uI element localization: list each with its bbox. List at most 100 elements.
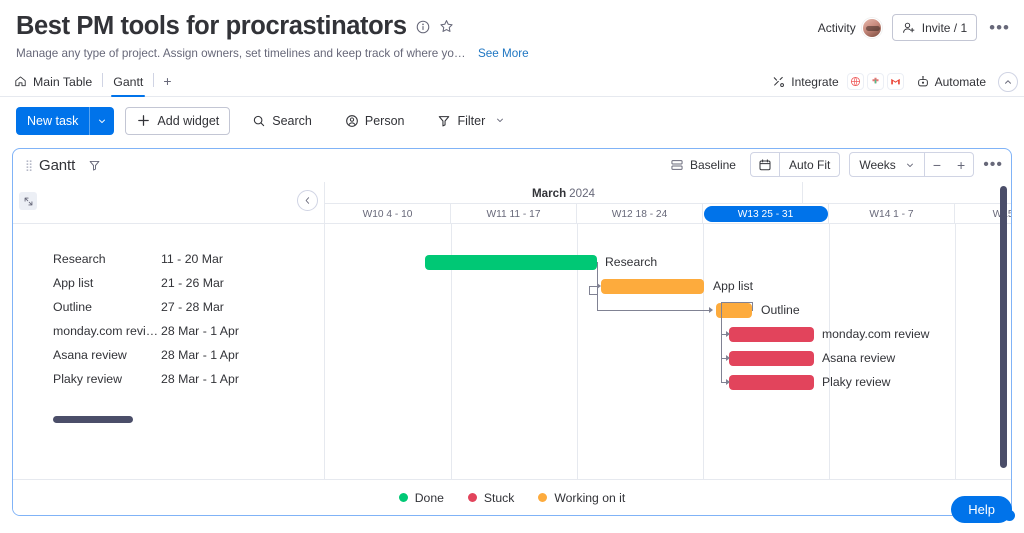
filter-button[interactable]: Filter — [426, 107, 516, 135]
invite-button[interactable]: Invite / 1 — [892, 14, 977, 41]
dependency-arrow — [726, 355, 730, 361]
legend-label: Working on it — [554, 491, 625, 505]
gantt-task-rows: Research11 - 20 MarApp list21 - 26 MarOu… — [13, 224, 324, 479]
home-icon — [14, 75, 27, 88]
help-button[interactable]: Help — [951, 496, 1012, 523]
description-row: Manage any type of project. Assign owner… — [16, 47, 1008, 60]
activity-group[interactable]: Activity — [818, 18, 882, 38]
baseline-icon — [670, 158, 684, 172]
board-header-actions: Activity Invite / 1 ••• — [818, 14, 1012, 41]
gantt-week-header: W10 4 - 10W11 11 - 17W12 18 - 24W13 25 -… — [325, 204, 1011, 224]
chevron-down-icon[interactable] — [905, 153, 924, 176]
tab-main-table[interactable]: Main Table — [4, 71, 102, 96]
gantt-bar-label: Plaky review — [822, 375, 890, 390]
gantt-filter-icon[interactable] — [88, 159, 101, 172]
gantt-bar[interactable] — [729, 351, 814, 366]
auto-fit-button[interactable]: Auto Fit — [780, 153, 839, 176]
activity-label: Activity — [818, 21, 856, 35]
avatar[interactable] — [862, 18, 882, 38]
panel-collapse-button[interactable] — [297, 190, 318, 211]
gantt-bar[interactable] — [729, 375, 814, 390]
zoom-out-button[interactable]: − — [925, 153, 949, 176]
task-name: Research — [13, 252, 161, 266]
zoom-group: Weeks − + — [849, 152, 974, 177]
table-row[interactable]: monday.com review28 Mar - 1 Apr — [13, 319, 324, 343]
person-icon — [345, 114, 359, 128]
chevron-down-icon[interactable] — [495, 114, 505, 128]
integrate-button[interactable]: Integrate — [772, 73, 903, 90]
week-header-cell[interactable]: W12 18 - 24 — [577, 204, 703, 224]
task-dates: 27 - 28 Mar — [161, 300, 224, 314]
week-header-cell[interactable]: W11 11 - 17 — [451, 204, 577, 224]
table-row[interactable]: Plaky review28 Mar - 1 Apr — [13, 367, 324, 391]
gantt-task-panel: Research11 - 20 MarApp list21 - 26 MarOu… — [13, 182, 325, 479]
see-more-link[interactable]: See More — [478, 47, 529, 60]
zoom-level-select[interactable]: Weeks — [850, 153, 904, 176]
gantt-widget-title: Gantt — [39, 157, 75, 174]
legend-label: Stuck — [484, 491, 514, 505]
gantt-month-header: March2024 — [325, 182, 1011, 204]
grid-line — [955, 224, 956, 479]
gantt-bar-label: Asana review — [822, 351, 895, 366]
dependency-line — [721, 302, 753, 303]
horizontal-scrollbar[interactable] — [53, 416, 133, 423]
gantt-more-button[interactable]: ••• — [983, 157, 1003, 173]
add-widget-button[interactable]: Add widget — [125, 107, 230, 135]
gantt-bar[interactable] — [601, 279, 704, 294]
table-row[interactable]: Outline27 - 28 Mar — [13, 295, 324, 319]
legend-item: Stuck — [468, 491, 514, 505]
gantt-bar[interactable] — [729, 327, 814, 342]
gantt-bar[interactable] — [425, 255, 597, 270]
dependency-arrow — [726, 379, 730, 385]
legend-item: Working on it — [538, 491, 625, 505]
integrate-label: Integrate — [791, 75, 838, 89]
tab-gantt[interactable]: Gantt — [103, 71, 153, 96]
week-header-cell[interactable]: W10 4 - 10 — [325, 204, 451, 224]
star-icon[interactable] — [439, 19, 454, 34]
calendar-icon[interactable] — [751, 153, 779, 176]
automate-button[interactable]: Automate — [916, 75, 986, 89]
person-button[interactable]: Person — [334, 107, 416, 135]
add-view-button[interactable]: + — [154, 69, 180, 96]
week-header-cell[interactable]: W14 1 - 7 — [829, 204, 955, 224]
table-row[interactable]: App list21 - 26 Mar — [13, 271, 324, 295]
search-icon — [252, 114, 266, 128]
puzzle-chip[interactable] — [867, 73, 884, 90]
monday-board-page: Best PM tools for procrastinators Manage… — [0, 0, 1024, 533]
dependency-line — [597, 294, 598, 311]
add-person-icon — [902, 21, 916, 35]
board-description: Manage any type of project. Assign owner… — [16, 47, 471, 60]
legend-color-dot — [399, 493, 408, 502]
gantt-bar-label: Research — [605, 255, 657, 270]
gantt-body: Research11 - 20 MarApp list21 - 26 MarOu… — [13, 182, 1011, 515]
task-dates: 11 - 20 Mar — [161, 252, 223, 266]
table-row[interactable]: Research11 - 20 Mar — [13, 247, 324, 271]
dependency-line — [752, 302, 753, 311]
search-button[interactable]: Search — [241, 107, 323, 135]
info-icon[interactable] — [416, 20, 430, 34]
gantt-grid: ResearchApp listOutlinemonday.com review… — [325, 224, 1011, 479]
month-header-cell — [803, 182, 1011, 204]
gantt-task-panel-header — [13, 182, 324, 224]
dependency-arrow — [726, 331, 730, 337]
week-header-cell-current[interactable]: W13 25 - 31 — [703, 204, 829, 224]
globe-chip[interactable] — [847, 73, 864, 90]
vertical-scrollbar[interactable] — [1000, 186, 1007, 468]
chevron-down-icon[interactable] — [90, 107, 114, 135]
table-row[interactable]: Asana review28 Mar - 1 Apr — [13, 343, 324, 367]
zoom-in-button[interactable]: + — [949, 153, 973, 176]
gmail-chip[interactable] — [887, 73, 904, 90]
board-toolbar: New task Add widget Search Person Filter — [0, 97, 1024, 144]
collapse-header-button[interactable] — [998, 72, 1018, 92]
dependency-line — [597, 262, 598, 294]
new-task-button[interactable]: New task — [16, 107, 114, 135]
board-more-button[interactable]: ••• — [987, 19, 1012, 36]
baseline-label: Baseline — [690, 158, 736, 172]
page-title: Best PM tools for procrastinators — [16, 12, 407, 42]
gantt-timeline: March2024 W10 4 - 10W11 11 - 17W12 18 - … — [325, 182, 1011, 479]
drag-handle-icon[interactable]: ⣿ — [25, 162, 34, 170]
dependency-line — [721, 302, 722, 382]
baseline-button[interactable]: Baseline — [665, 155, 741, 175]
search-label: Search — [272, 114, 312, 128]
collapse-arrows-icon[interactable] — [19, 192, 37, 210]
